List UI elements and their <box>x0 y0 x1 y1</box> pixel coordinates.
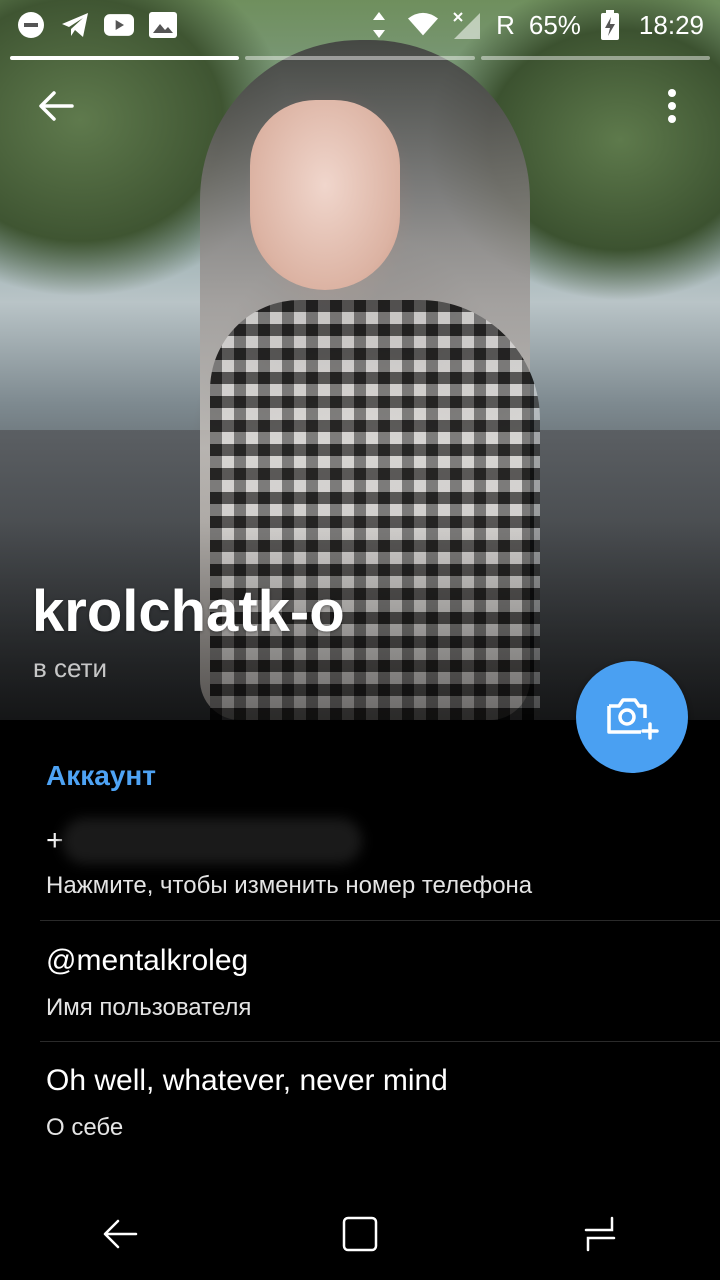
telegram-icon <box>60 10 90 40</box>
account-section-title: Аккаунт <box>46 760 157 791</box>
divider <box>40 1041 720 1042</box>
nav-home-button[interactable] <box>320 1194 400 1274</box>
arrow-back-icon <box>39 91 74 121</box>
set-photo-button[interactable] <box>576 661 688 773</box>
gallery-icon <box>148 10 178 40</box>
photo-face-shape <box>250 100 400 290</box>
back-button[interactable] <box>30 80 82 132</box>
nav-back-button[interactable] <box>80 1194 160 1274</box>
youtube-icon <box>104 10 134 40</box>
photo-progress-segment <box>10 56 240 60</box>
nav-home-icon <box>342 1216 378 1252</box>
phone-number: + <box>46 824 64 857</box>
wifi-icon <box>408 10 439 40</box>
bio-label: О себе <box>46 1114 124 1141</box>
username-row[interactable]: @mentalkroleg Имя пользователя <box>40 940 720 1040</box>
phone-row[interactable]: + Нажмите, чтобы изменить номер телефона <box>40 810 720 920</box>
clock: 18:29 <box>638 9 704 40</box>
data-arrows-icon <box>364 10 394 40</box>
nav-recents-button[interactable] <box>560 1194 640 1274</box>
divider <box>40 920 720 921</box>
username-value: @mentalkroleg <box>46 944 249 977</box>
camera-add-icon <box>607 698 659 740</box>
photo-progress-segment <box>480 56 710 60</box>
no-signal-icon <box>452 10 482 40</box>
battery-percent: 65% <box>528 9 581 40</box>
bio-value: Oh well, whatever, never mind <box>46 1064 448 1097</box>
more-options-button[interactable] <box>650 80 694 132</box>
status-bar-left <box>16 10 178 40</box>
more-vert-icon <box>668 89 676 123</box>
phone-redaction <box>62 818 362 864</box>
battery-charging-icon <box>595 10 625 40</box>
phone-hint: Нажмите, чтобы изменить номер телефона <box>46 872 533 899</box>
photo-progress-segment <box>245 56 475 60</box>
system-navigation-bar <box>0 1188 720 1280</box>
bio-row[interactable]: Oh well, whatever, never mind О себе <box>40 1062 720 1162</box>
profile-name: krolchatk-o <box>32 579 345 644</box>
do-not-disturb-icon <box>16 10 46 40</box>
username-label: Имя пользователя <box>46 994 252 1021</box>
nav-recents-icon <box>584 1216 616 1252</box>
status-bar: R 65% 18:29 <box>0 0 720 50</box>
nav-back-icon <box>103 1219 138 1249</box>
roaming-indicator: R <box>496 9 515 40</box>
online-status: в сети <box>33 653 108 683</box>
photo-progress-bars <box>10 56 710 60</box>
status-bar-right: R 65% 18:29 <box>364 10 704 41</box>
